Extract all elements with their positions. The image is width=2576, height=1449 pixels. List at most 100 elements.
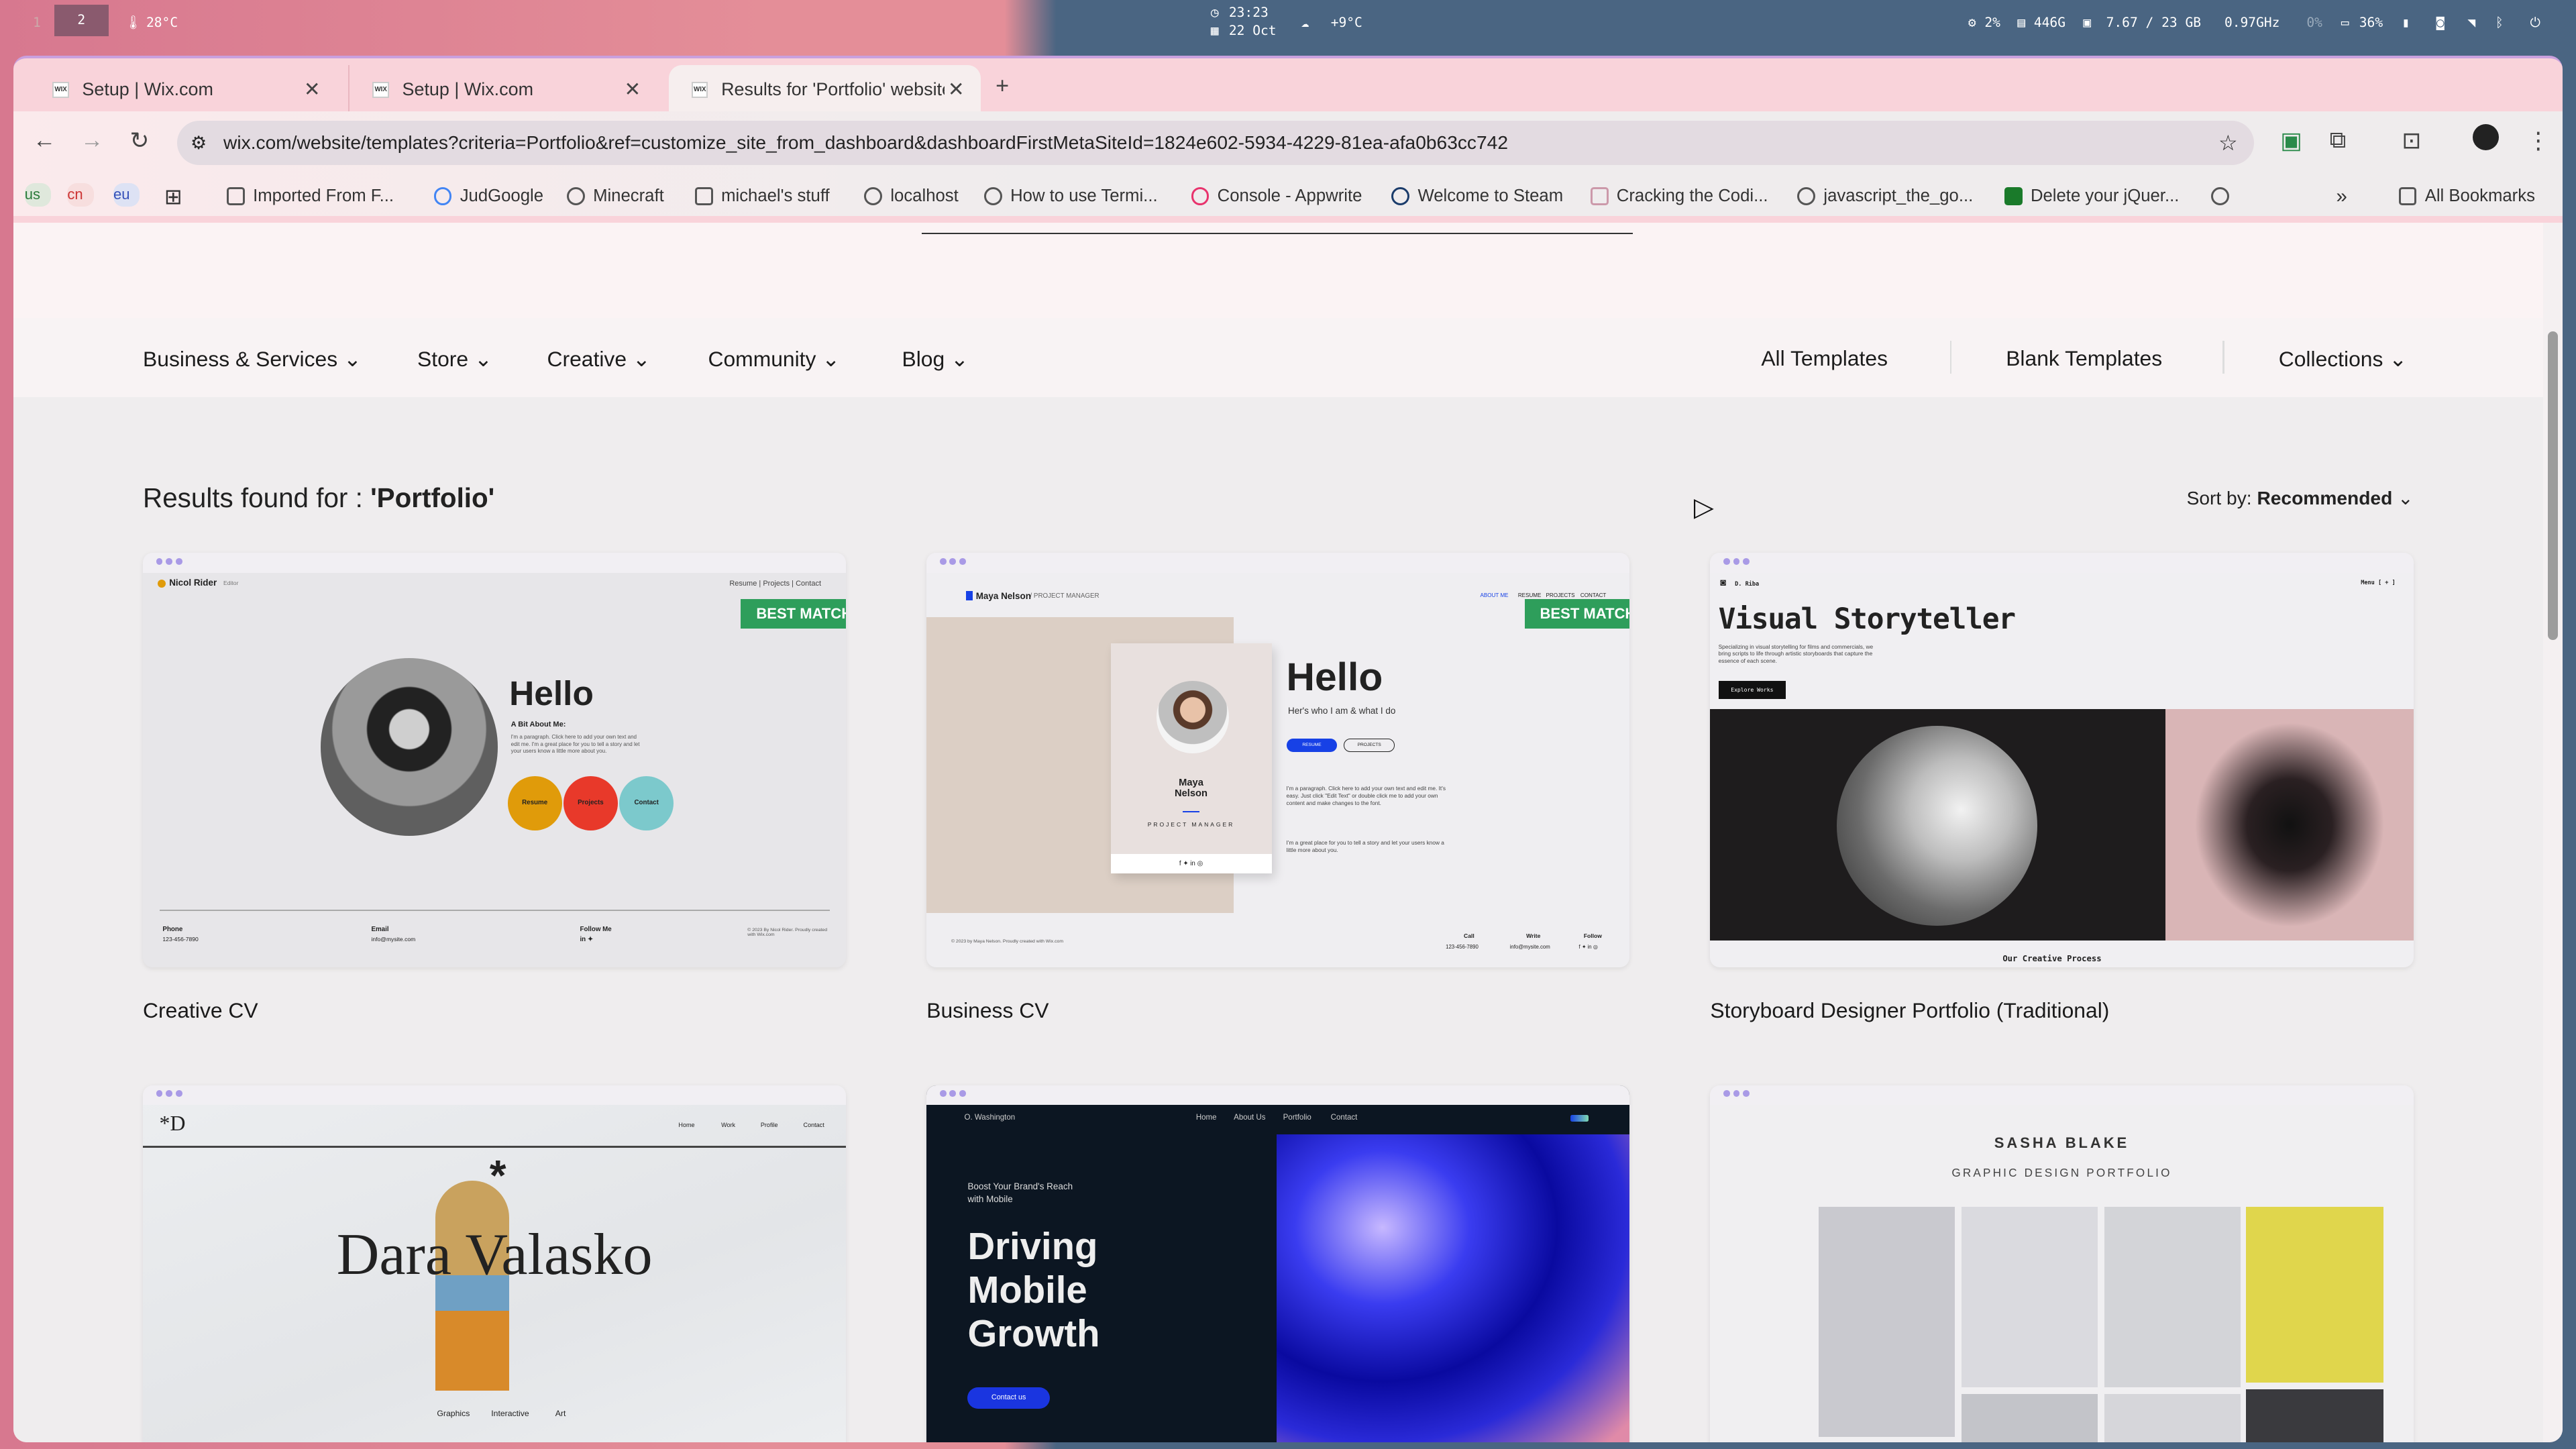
bookmark-badge-us[interactable]: us bbox=[24, 183, 51, 207]
portfolio-tile bbox=[2104, 1394, 2241, 1443]
preview-text: Welcome to Steam bbox=[1417, 186, 1564, 206]
extensions-icon[interactable]: ⧉ bbox=[2330, 127, 2346, 154]
bookmark[interactable] bbox=[2211, 183, 2237, 209]
bookmark-badge-cn[interactable]: cn bbox=[67, 183, 94, 207]
cup-icon[interactable]: ▮ bbox=[2402, 15, 2410, 30]
container bbox=[1733, 557, 1740, 565]
nav-business-services[interactable]: Business & Services ⌄ bbox=[143, 346, 362, 372]
template-card-sasha-blake[interactable]: SASHA BLAKE GRAPHIC DESIGN PORTFOLIO bbox=[1710, 1085, 2414, 1443]
close-tab-icon[interactable]: ✕ bbox=[624, 78, 641, 101]
preview-text: SASHA BLAKE bbox=[1994, 1134, 2130, 1152]
globe-icon bbox=[864, 187, 883, 206]
close-tab-icon[interactable]: ✕ bbox=[304, 78, 321, 101]
preview-text: Home bbox=[1195, 1113, 1217, 1122]
workspace-2[interactable]: 2 bbox=[54, 5, 109, 36]
bookmark[interactable]: Cracking the Codi... bbox=[1590, 183, 1768, 209]
template-card-creative-cv[interactable]: Nicol Rider Editor Resume | Projects | C… bbox=[143, 553, 847, 967]
portfolio-tile bbox=[1962, 1207, 2098, 1388]
nav-store[interactable]: Store ⌄ bbox=[417, 346, 492, 372]
new-tab-button[interactable]: + bbox=[996, 73, 1009, 99]
preview-text: Cracking the Codi... bbox=[1616, 186, 1768, 206]
tab-setup-2[interactable]: WIX Setup | Wix.com ✕ bbox=[348, 65, 657, 115]
tab-search-icon[interactable]: ⊡ bbox=[2402, 127, 2421, 154]
url-text: wix.com/website/templates?criteria=Portf… bbox=[223, 132, 1508, 154]
close-tab-icon[interactable]: ✕ bbox=[948, 78, 965, 101]
window-dots bbox=[1723, 557, 1750, 565]
template-card-dara-valasko[interactable]: *D Home Work Profile Contact * Dara Vala… bbox=[143, 1085, 847, 1443]
power-icon[interactable]: ⏻ bbox=[2530, 15, 2540, 30]
container bbox=[1723, 1090, 1730, 1097]
template-title[interactable]: Creative CV bbox=[143, 998, 258, 1023]
template-card-driving-mobile-growth[interactable]: O. Washington Home About Us Portfolio Co… bbox=[926, 1085, 1630, 1443]
container bbox=[1836, 725, 2037, 926]
bookmark[interactable]: Minecraft bbox=[566, 183, 664, 209]
template-title[interactable]: Storyboard Designer Portfolio (Tradition… bbox=[1710, 998, 2109, 1023]
scrollbar[interactable] bbox=[2543, 223, 2563, 1443]
best-match-badge: BEST MATCH bbox=[741, 598, 847, 629]
container bbox=[1183, 810, 1199, 813]
profile-avatar[interactable] bbox=[2472, 124, 2499, 151]
workspace-1[interactable]: 1 bbox=[33, 15, 41, 30]
bookmark[interactable]: JudGoogle bbox=[433, 183, 543, 209]
profile-photo bbox=[1157, 681, 1229, 754]
clock-icon: ◷ bbox=[1210, 5, 1219, 21]
template-title[interactable]: Business CV bbox=[926, 998, 1049, 1023]
cpu-icon: ⚙ bbox=[1968, 15, 1976, 31]
preview-text: Menu [ + ] bbox=[2361, 579, 2396, 586]
bookmark[interactable]: Welcome to Steam bbox=[1391, 183, 1563, 209]
template-card-business-cv[interactable]: Maya Nelson / PROJECT MANAGER ABOUT ME R… bbox=[926, 553, 1630, 967]
container bbox=[926, 1085, 1630, 1106]
bookmark[interactable]: javascript_the_go... bbox=[1797, 183, 1973, 209]
bookmark[interactable]: Delete your jQuer... bbox=[2004, 183, 2179, 209]
preview-text: GRAPHIC DESIGN PORTFOLIO bbox=[1951, 1165, 2172, 1179]
bookmark[interactable]: How to use Termi... bbox=[983, 183, 1158, 209]
preview-text: How to use Termi... bbox=[1010, 186, 1158, 206]
preview-text: PROJECTS bbox=[1546, 592, 1575, 599]
back-button[interactable]: ← bbox=[33, 127, 56, 154]
reload-button[interactable]: ↻ bbox=[129, 127, 149, 154]
bookmark[interactable]: localhost bbox=[864, 183, 959, 209]
wifi-icon[interactable]: ◥ bbox=[2467, 15, 2475, 30]
tab-results-portfolio[interactable]: WIX Results for 'Portfolio' website ✕ bbox=[668, 65, 981, 115]
all-bookmarks[interactable]: All Bookmarks bbox=[2398, 183, 2535, 209]
portfolio-tile bbox=[1819, 1207, 1955, 1437]
menu-icon[interactable]: ⋮ bbox=[2527, 127, 2550, 154]
preview-text: Blog bbox=[902, 346, 945, 371]
address-bar[interactable]: ⚙ wix.com/website/templates?criteria=Por… bbox=[177, 121, 2254, 166]
wix-favicon-icon: WIX bbox=[52, 81, 69, 99]
preview-text: Visual Storyteller bbox=[1718, 602, 2016, 636]
bookmark-star-icon[interactable]: ☆ bbox=[2218, 121, 2238, 165]
bookmark-folder[interactable]: Imported From F... bbox=[226, 183, 394, 209]
container bbox=[939, 1090, 947, 1097]
bookmark-badge-eu[interactable]: eu bbox=[113, 183, 140, 207]
bluetooth-icon[interactable]: ᛒ bbox=[2496, 15, 2504, 30]
nav-collections[interactable]: Collections ⌄ bbox=[2279, 346, 2407, 372]
container bbox=[1743, 557, 1750, 565]
preview-text: Interactive bbox=[491, 1409, 529, 1419]
weather-icon: ☁ bbox=[1301, 15, 1309, 31]
preview-text: All Bookmarks bbox=[2424, 186, 2535, 206]
divider bbox=[143, 1146, 847, 1148]
bookmark-folder[interactable]: michael's stuff bbox=[694, 183, 830, 209]
preview-text: Specializing in visual storytelling for … bbox=[1718, 643, 1874, 664]
nav-community[interactable]: Community ⌄ bbox=[708, 346, 840, 372]
forward-button[interactable]: → bbox=[80, 127, 103, 154]
nav-all-templates[interactable]: All Templates bbox=[1761, 346, 1888, 371]
folder-icon bbox=[694, 187, 713, 206]
sort-dropdown[interactable]: Sort by: Recommended ⌄ bbox=[2187, 487, 2414, 509]
scrollbar-thumb[interactable] bbox=[2548, 331, 2559, 641]
site-info-icon[interactable]: ⚙ bbox=[191, 121, 207, 165]
camera-icon[interactable]: ◙ bbox=[2436, 15, 2445, 30]
tab-setup-1[interactable]: WIX Setup | Wix.com ✕ bbox=[30, 65, 337, 114]
extension-green-icon[interactable]: ▣ bbox=[2280, 127, 2302, 154]
template-card-storyboard-designer[interactable]: ◙ D. Riba Menu [ + ] Visual Storyteller … bbox=[1710, 553, 2414, 967]
container bbox=[166, 557, 173, 565]
nav-blog[interactable]: Blog ⌄ bbox=[902, 346, 968, 372]
preview-text: Results found for : bbox=[143, 482, 371, 514]
nav-blank-templates[interactable]: Blank Templates bbox=[2006, 346, 2162, 371]
nav-creative[interactable]: Creative ⌄ bbox=[547, 346, 651, 372]
more-bookmarks-icon[interactable]: » bbox=[2336, 183, 2347, 209]
apps-grid-icon[interactable]: ⊞ bbox=[164, 183, 182, 209]
bookmark[interactable]: Console - Appwrite bbox=[1191, 183, 1362, 209]
preview-text: Contact us bbox=[967, 1387, 1050, 1409]
